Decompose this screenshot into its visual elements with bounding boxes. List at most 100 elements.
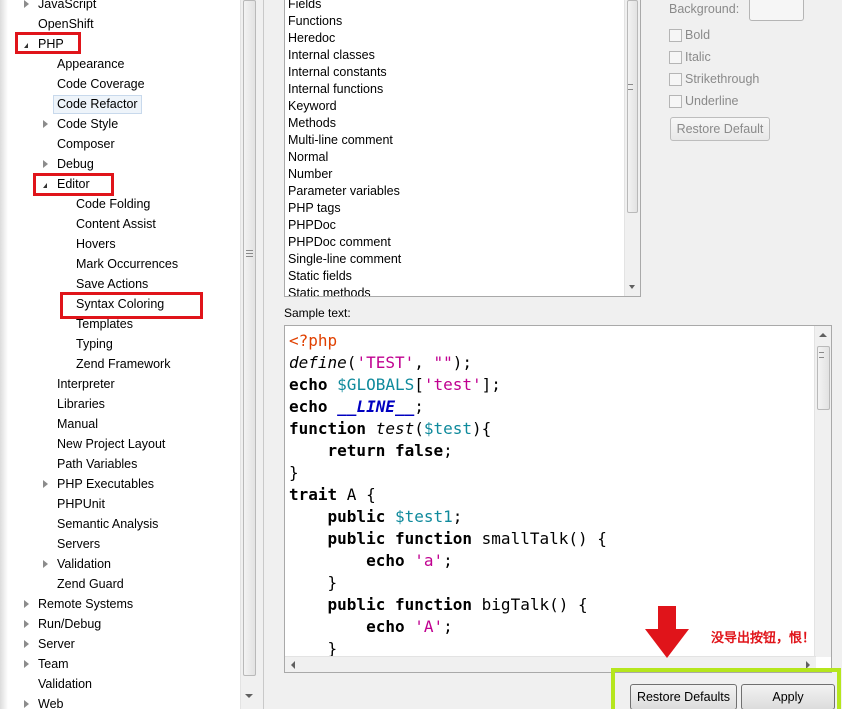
sample-text-preview[interactable]: <?php define('TEST', ""); echo $GLOBALS['t… bbox=[284, 325, 832, 673]
tree-item[interactable]: Zend Framework bbox=[58, 354, 170, 374]
syntax-element-item[interactable]: Multi-line comment bbox=[288, 132, 393, 149]
scroll-down-icon[interactable] bbox=[629, 285, 635, 289]
syntax-element-item[interactable]: Internal functions bbox=[288, 81, 383, 98]
sample-vertical-scrollbar[interactable] bbox=[814, 326, 831, 657]
tree-item[interactable]: JavaScript bbox=[20, 0, 96, 14]
syntax-element-item[interactable]: Static fields bbox=[288, 268, 352, 285]
scroll-up-icon[interactable] bbox=[819, 333, 827, 337]
tree-item[interactable]: Mark Occurrences bbox=[58, 254, 178, 274]
tree-scrollbar[interactable] bbox=[240, 0, 257, 709]
tree-item[interactable]: Content Assist bbox=[58, 214, 156, 234]
restore-defaults-button[interactable]: Restore Defaults bbox=[630, 684, 737, 709]
tree-item-label: Typing bbox=[76, 337, 113, 351]
syntax-element-item[interactable]: PHPDoc bbox=[288, 217, 336, 234]
code-line: trait A { bbox=[289, 484, 607, 506]
tree-item[interactable]: Debug bbox=[39, 154, 94, 174]
collapsed-arrow-icon[interactable] bbox=[39, 154, 51, 174]
code-token: echo bbox=[289, 397, 328, 416]
apply-button[interactable]: Apply bbox=[741, 684, 835, 709]
collapsed-arrow-icon[interactable] bbox=[20, 614, 32, 634]
syntax-element-item[interactable]: Number bbox=[288, 166, 332, 183]
tree-item[interactable]: Remote Systems bbox=[20, 594, 133, 614]
syntax-element-item[interactable]: PHP tags bbox=[288, 200, 341, 217]
scroll-left-icon[interactable] bbox=[291, 661, 295, 669]
tree-item[interactable]: OpenShift bbox=[20, 14, 94, 34]
underline-checkbox[interactable] bbox=[669, 95, 682, 108]
tree-item[interactable]: Semantic Analysis bbox=[39, 514, 158, 534]
tree-item[interactable]: Servers bbox=[39, 534, 100, 554]
tree-item[interactable]: Path Variables bbox=[39, 454, 137, 474]
syntax-element-item[interactable]: Keyword bbox=[288, 98, 337, 115]
code-token: ; bbox=[443, 617, 453, 636]
tree-item[interactable]: New Project Layout bbox=[39, 434, 165, 454]
syntax-element-item[interactable]: Internal constants bbox=[288, 64, 387, 81]
collapsed-arrow-icon[interactable] bbox=[20, 0, 32, 14]
collapsed-arrow-icon[interactable] bbox=[39, 554, 51, 574]
tree-item[interactable]: PHP Executables bbox=[39, 474, 154, 494]
syntax-element-item[interactable]: Internal classes bbox=[288, 47, 375, 64]
tree-item[interactable]: Server bbox=[20, 634, 75, 654]
syntax-element-item[interactable]: Static methods bbox=[288, 285, 371, 296]
syntax-element-item[interactable]: Normal bbox=[288, 149, 328, 166]
tree-item-label: Debug bbox=[57, 157, 94, 171]
tree-item[interactable]: Composer bbox=[39, 134, 115, 154]
tree-item[interactable]: Run/Debug bbox=[20, 614, 101, 634]
tree-item[interactable]: Web bbox=[20, 694, 63, 709]
collapsed-arrow-icon[interactable] bbox=[20, 594, 32, 614]
elements-list-scrollbar-thumb[interactable] bbox=[627, 0, 638, 213]
syntax-element-item[interactable]: PHPDoc comment bbox=[288, 234, 391, 251]
code-token: ; bbox=[452, 507, 463, 526]
tree-item[interactable]: Validation bbox=[20, 674, 92, 694]
tree-item[interactable]: PHPUnit bbox=[39, 494, 105, 514]
tree-item[interactable]: Manual bbox=[39, 414, 98, 434]
syntax-element-item[interactable]: Parameter variables bbox=[288, 183, 400, 200]
tree-item[interactable]: Appearance bbox=[39, 54, 124, 74]
preferences-tree: JavaScript OpenShift PHP Appearance Code Cov… bbox=[0, 0, 240, 709]
code-token: } bbox=[289, 463, 299, 482]
elements-list-scrollbar[interactable] bbox=[624, 0, 640, 296]
tree-item[interactable]: Code Folding bbox=[58, 194, 150, 214]
syntax-element-item[interactable]: Single-line comment bbox=[288, 251, 401, 268]
collapsed-arrow-icon[interactable] bbox=[20, 634, 32, 654]
strikethrough-checkbox[interactable] bbox=[669, 73, 682, 86]
collapsed-arrow-icon[interactable] bbox=[39, 474, 51, 494]
collapsed-arrow-icon[interactable] bbox=[20, 694, 32, 709]
collapsed-arrow-icon[interactable] bbox=[39, 114, 51, 134]
syntax-element-item[interactable]: Fields bbox=[288, 0, 321, 13]
tree-scrollbar-thumb[interactable] bbox=[243, 0, 256, 676]
tree-item[interactable]: Validation bbox=[39, 554, 111, 574]
strikethrough-label: Strikethrough bbox=[685, 72, 760, 86]
background-color-button[interactable] bbox=[749, 0, 804, 21]
tree-item[interactable]: Save Actions bbox=[58, 274, 148, 294]
code-token: echo bbox=[366, 551, 405, 570]
tree-item[interactable]: Zend Guard bbox=[39, 574, 124, 594]
syntax-element-item[interactable]: Heredoc bbox=[288, 30, 335, 47]
scroll-down-icon[interactable] bbox=[245, 694, 253, 698]
syntax-element-item[interactable]: Methods bbox=[288, 115, 336, 132]
code-token: 'A' bbox=[414, 617, 444, 636]
syntax-element-item[interactable]: Functions bbox=[288, 13, 342, 30]
sample-text-label: Sample text: bbox=[284, 306, 351, 320]
tree-item[interactable]: Team bbox=[20, 654, 69, 674]
bold-checkbox[interactable] bbox=[669, 29, 682, 42]
tree-item[interactable]: Hovers bbox=[58, 234, 116, 254]
collapsed-arrow-icon[interactable] bbox=[20, 654, 32, 674]
tree-item[interactable]: Interpreter bbox=[39, 374, 115, 394]
tree-item[interactable]: Code Style bbox=[39, 114, 118, 134]
tree-item[interactable]: Code Coverage bbox=[39, 74, 145, 94]
syntax-elements-list[interactable]: Fields Functions Heredoc Internal classes In… bbox=[284, 0, 641, 297]
restore-default-button[interactable]: Restore Default bbox=[670, 117, 770, 141]
tree-item[interactable]: Code Refactor bbox=[39, 94, 142, 114]
tree-item[interactable]: Typing bbox=[58, 334, 113, 354]
code-token: <?php bbox=[289, 331, 338, 350]
italic-checkbox[interactable] bbox=[669, 51, 682, 64]
tree-item[interactable]: Libraries bbox=[39, 394, 105, 414]
pane-divider bbox=[263, 0, 264, 709]
